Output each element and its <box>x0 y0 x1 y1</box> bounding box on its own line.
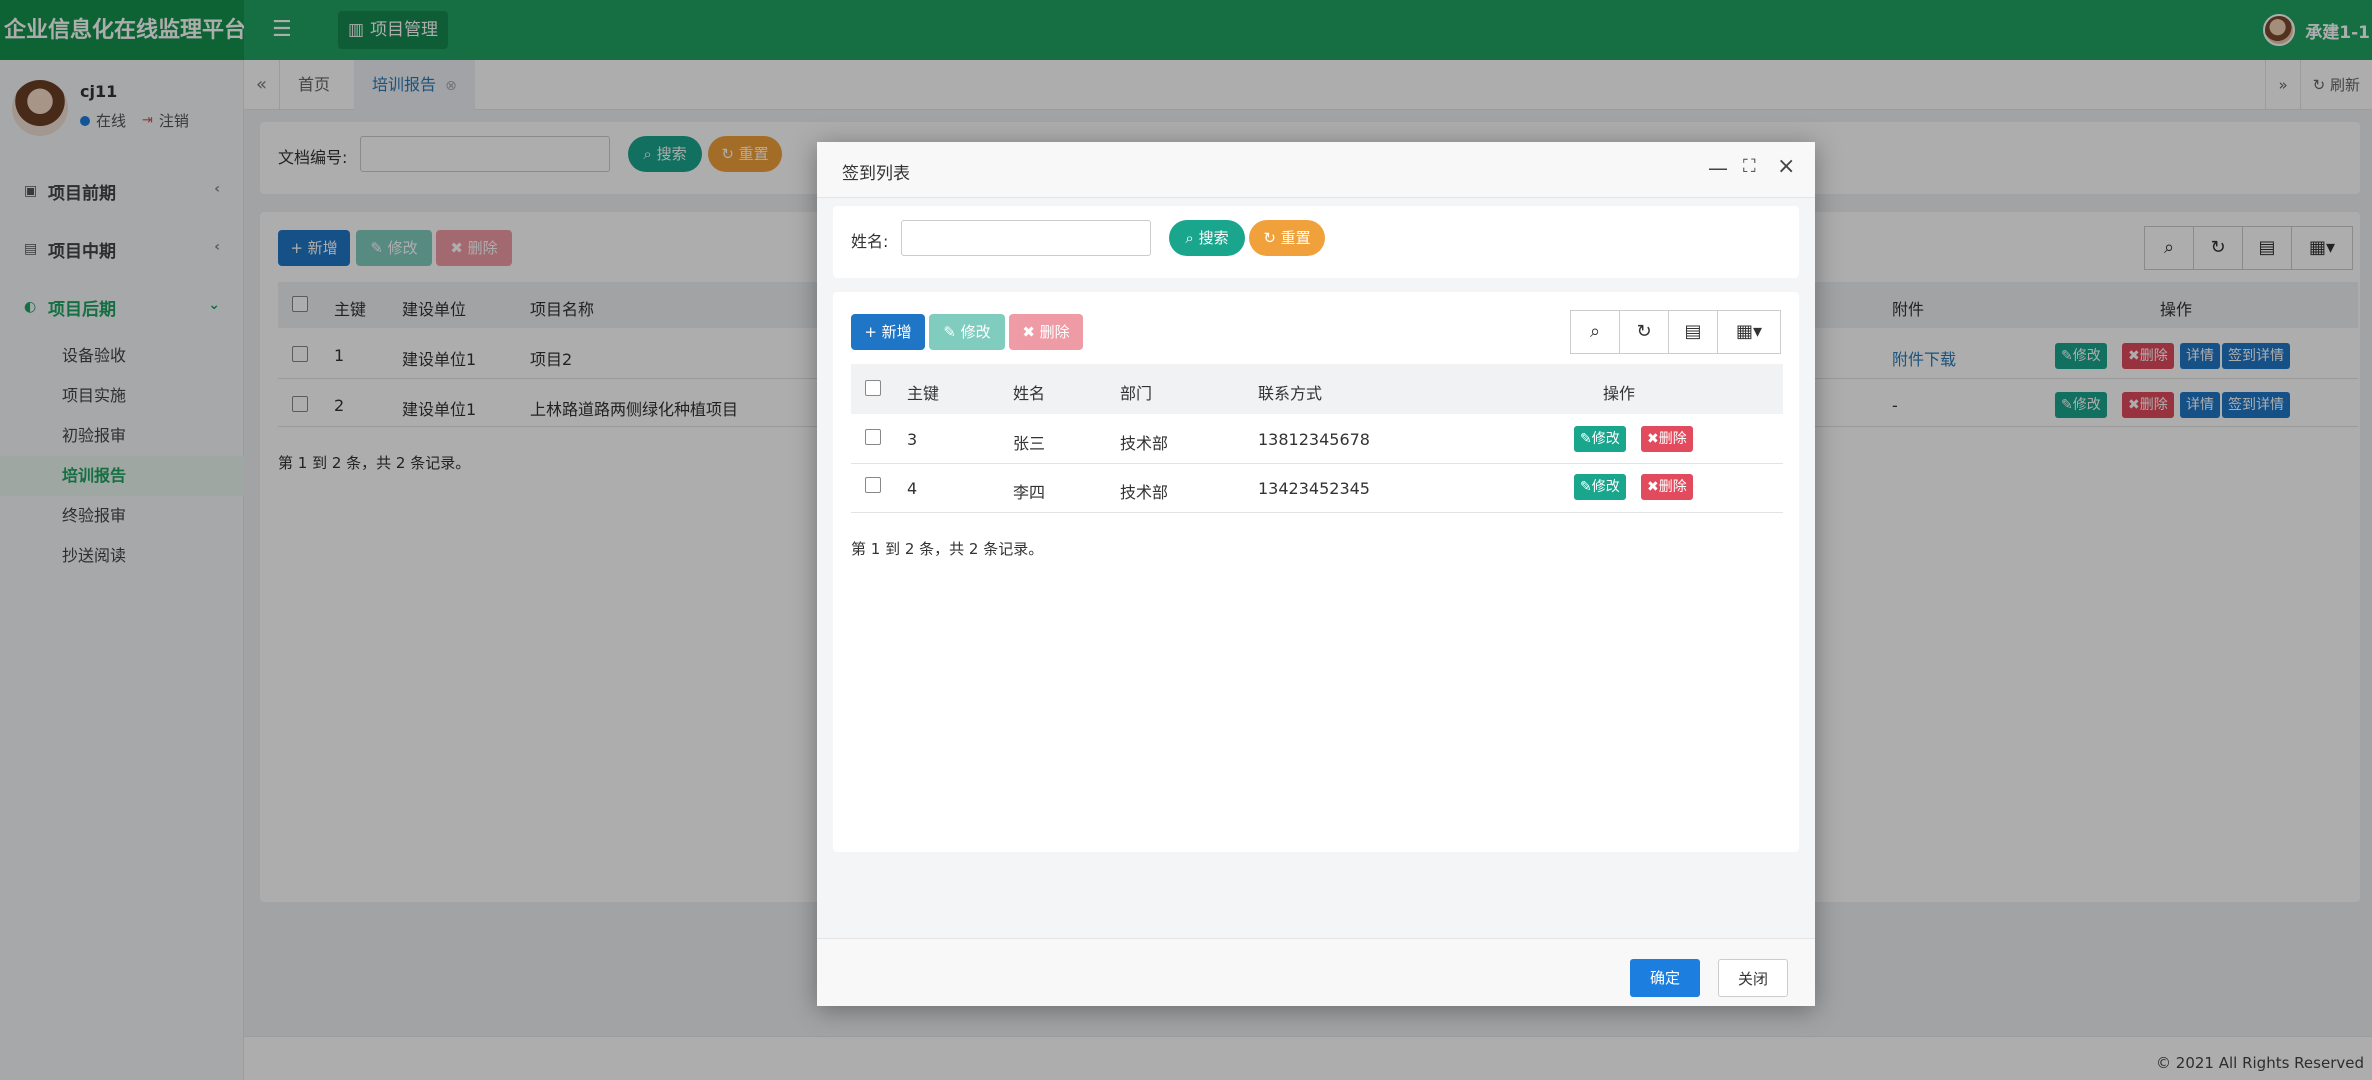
maximize-icon[interactable]: ⛶ <box>1743 156 1756 177</box>
modal-select-all-checkbox[interactable] <box>865 380 881 396</box>
row-checkbox[interactable] <box>865 429 881 445</box>
modal-reset-label: 重置 <box>1280 229 1311 247</box>
modal-footer: 确定 关闭 <box>817 938 1815 1006</box>
cell-contact: 13423452345 <box>1258 479 1370 498</box>
row-edit-label: 修改 <box>1591 431 1620 447</box>
close-button[interactable]: 关闭 <box>1718 959 1788 997</box>
row-edit-label: 修改 <box>1591 479 1620 495</box>
modal-delete-label: 删除 <box>1039 323 1070 341</box>
col-ops: 操作 <box>1603 384 1636 403</box>
row-delete-button[interactable]: ✖删除 <box>1641 426 1693 452</box>
close-icon[interactable]: × <box>1777 154 1795 179</box>
sign-in-list-modal: 签到列表 — ⛶ × 姓名: ⌕ 搜索 ↻ 重置 + 新增 ✎ 修改 ✖ 删除 … <box>817 142 1815 1006</box>
modal-edit-button[interactable]: ✎ 修改 <box>929 314 1005 350</box>
confirm-button[interactable]: 确定 <box>1630 959 1700 997</box>
modal-edit-label: 修改 <box>960 323 991 341</box>
row-edit-button[interactable]: ✎修改 <box>1574 474 1626 500</box>
modal-header: 签到列表 — ⛶ × <box>817 142 1815 198</box>
cell-id: 4 <box>907 479 918 498</box>
cell-name: 李四 <box>1013 483 1046 502</box>
modal-table-tools: ⌕ ↻ ▤ ▦▾ <box>1570 310 1782 354</box>
row-delete-label: 删除 <box>1658 431 1687 447</box>
row-divider <box>851 512 1783 513</box>
modal-table-summary: 第 1 到 2 条，共 2 条记录。 <box>851 540 1044 558</box>
modal-delete-button[interactable]: ✖ 删除 <box>1009 314 1083 350</box>
modal-table-columns-icon[interactable]: ▦▾ <box>1717 310 1781 354</box>
modal-table-toggle-icon[interactable]: ▤ <box>1668 310 1718 354</box>
row-divider <box>851 463 1783 464</box>
modal-search-panel: 姓名: ⌕ 搜索 ↻ 重置 <box>833 206 1799 278</box>
cell-dept: 技术部 <box>1120 434 1169 453</box>
minimize-icon[interactable]: — <box>1708 156 1728 180</box>
search-icon: ⌕ <box>1185 229 1194 247</box>
row-delete-label: 删除 <box>1658 479 1687 495</box>
col-dept[interactable]: 部门 <box>1120 380 1152 404</box>
modal-reset-button[interactable]: ↻ 重置 <box>1249 220 1325 256</box>
name-label: 姓名: <box>851 232 889 251</box>
row-edit-button[interactable]: ✎修改 <box>1574 426 1626 452</box>
row-checkbox[interactable] <box>865 477 881 493</box>
modal-table-search-icon[interactable]: ⌕ <box>1570 310 1620 354</box>
col-name[interactable]: 姓名 <box>1013 380 1045 404</box>
row-delete-button[interactable]: ✖删除 <box>1641 474 1693 500</box>
cell-id: 3 <box>907 430 918 449</box>
cell-dept: 技术部 <box>1120 483 1169 502</box>
modal-add-button[interactable]: + 新增 <box>851 314 925 350</box>
refresh-icon: ↻ <box>1263 229 1276 247</box>
modal-search-button[interactable]: ⌕ 搜索 <box>1169 220 1245 256</box>
modal-table-panel: + 新增 ✎ 修改 ✖ 删除 ⌕ ↻ ▤ ▦▾ 主键 姓名 部门 联系方式 操作… <box>833 292 1799 852</box>
name-input[interactable] <box>901 220 1151 256</box>
modal-table-refresh-icon[interactable]: ↻ <box>1619 310 1669 354</box>
cell-name: 张三 <box>1013 434 1046 453</box>
col-id[interactable]: 主键 <box>907 380 939 404</box>
modal-title: 签到列表 <box>842 164 910 184</box>
col-contact[interactable]: 联系方式 <box>1258 380 1322 404</box>
modal-add-label: 新增 <box>881 323 912 341</box>
modal-search-label: 搜索 <box>1198 229 1229 247</box>
cell-contact: 13812345678 <box>1258 430 1370 449</box>
